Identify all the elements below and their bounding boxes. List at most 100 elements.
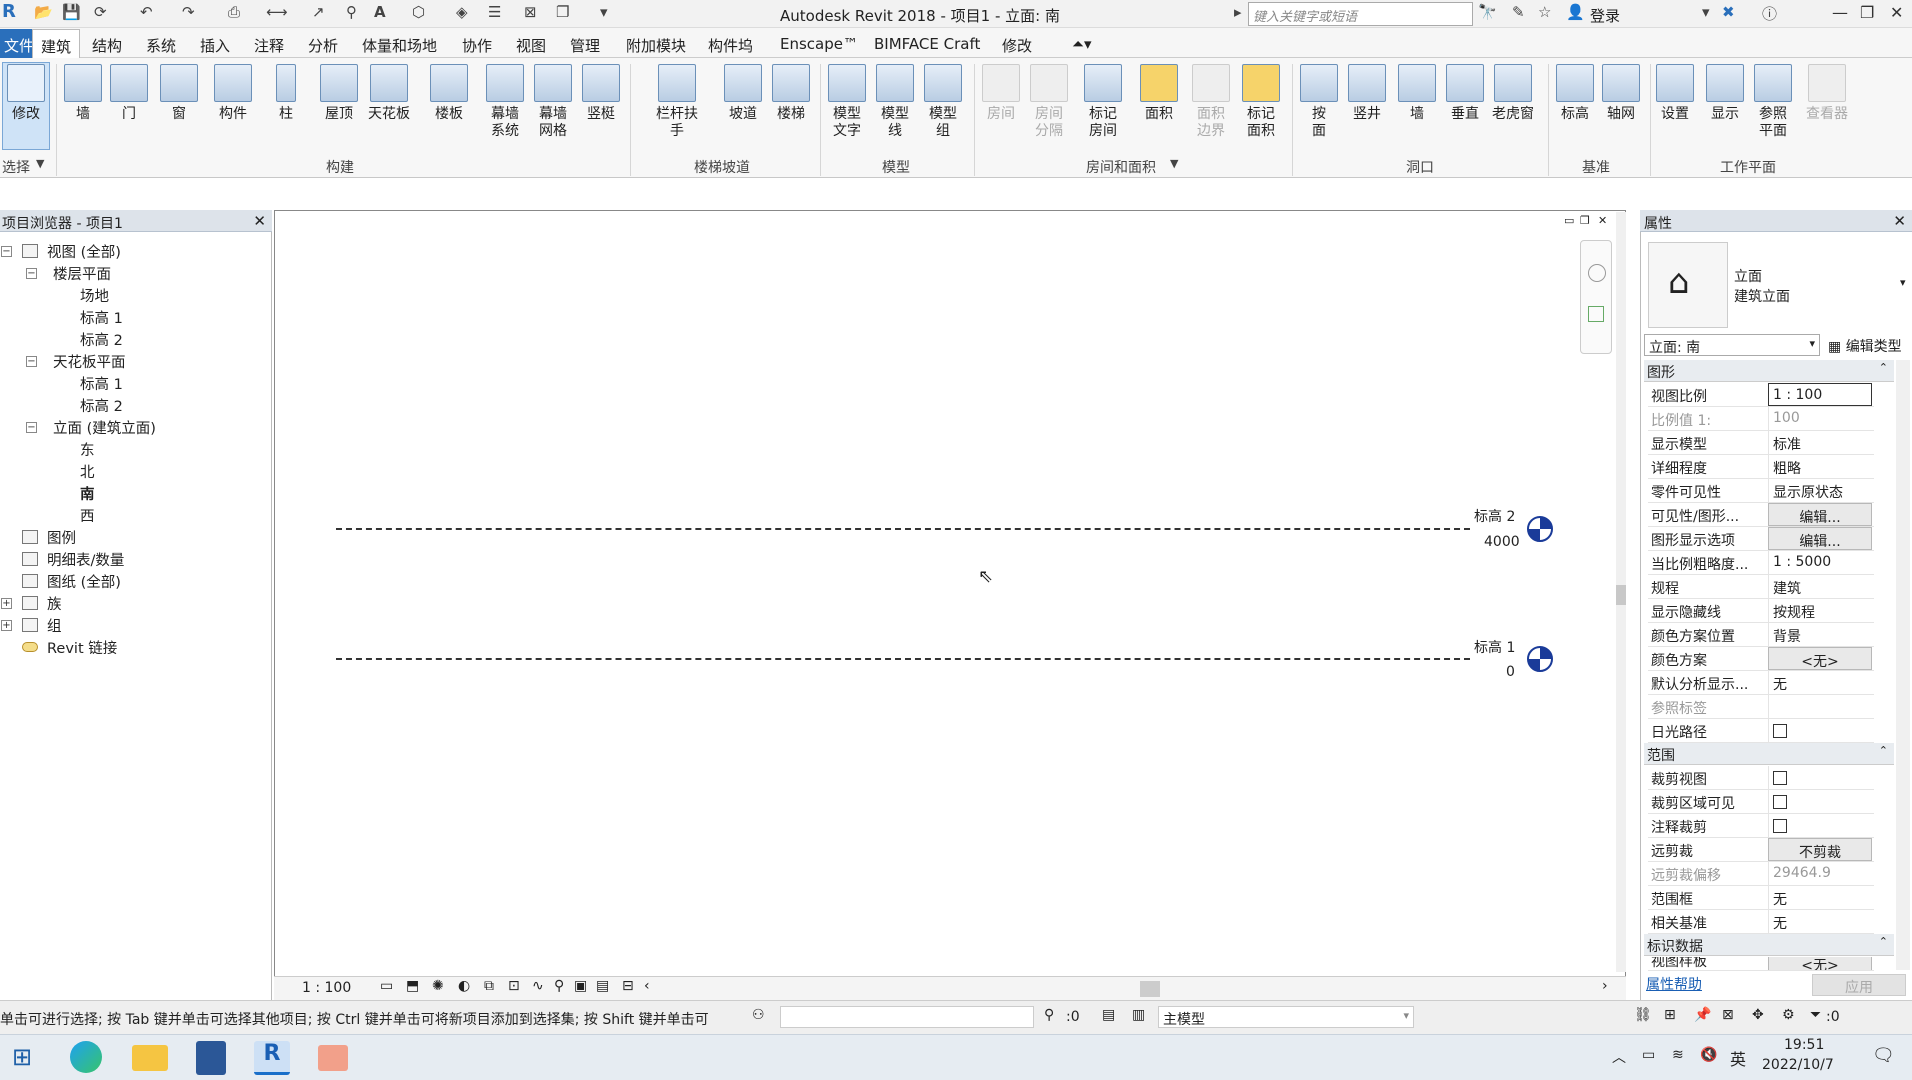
minimize-icon[interactable]: — (1832, 3, 1848, 22)
section-graphics[interactable]: 图形 ⌃ (1644, 360, 1894, 382)
grid-button[interactable]: 轴网 (1598, 64, 1644, 123)
area-button[interactable]: 面积 (1136, 64, 1182, 123)
tab-annotate[interactable]: 注释 (254, 35, 284, 56)
close-icon[interactable]: ✕ (1893, 212, 1906, 230)
dimension-icon[interactable]: ↗ (312, 3, 325, 21)
design-options-icon[interactable]: ▤ (1102, 1007, 1115, 1023)
view-scale-field[interactable]: 1 : 100 (1768, 383, 1872, 406)
editable-only-icon[interactable]: ⚲ (1044, 1007, 1054, 1023)
text-icon[interactable]: A (374, 3, 386, 21)
select-links-icon[interactable]: ⛓ (1634, 1007, 1652, 1023)
dropdown-arrow-icon[interactable]: ▾ (1702, 3, 1710, 21)
crop-visible-checkbox[interactable] (1773, 795, 1787, 809)
door-button[interactable]: 门 (106, 64, 152, 123)
tag-area-button[interactable]: 标记 面积 (1238, 64, 1284, 140)
print-icon[interactable]: ⎙ (228, 3, 240, 21)
tree-item-ceiling-level-2[interactable]: 标高 2 (80, 395, 123, 416)
tab-analyze[interactable]: 分析 (308, 35, 338, 56)
view-restore-icon[interactable]: ❐ (1580, 214, 1590, 227)
select-by-face-icon[interactable]: ⊠ (1722, 1007, 1734, 1023)
section-extents[interactable]: 范围 ⌃ (1644, 743, 1894, 765)
drawing-canvas[interactable] (274, 210, 1626, 998)
help-icon[interactable]: ⓘ (1762, 3, 1777, 24)
analytical-model-icon[interactable]: ▣ (574, 978, 587, 994)
room-button[interactable]: 房间 (978, 64, 1024, 123)
design-option-icon[interactable]: ▥ (1132, 1007, 1145, 1023)
instance-selector[interactable]: 立面: 南 ▾ (1644, 334, 1820, 356)
viewer-button[interactable]: 查看器 (1800, 64, 1854, 123)
roof-button[interactable]: 屋顶 (316, 64, 362, 123)
worksets-icon[interactable]: ⚇ (752, 1007, 765, 1023)
select-dropdown-arrow-icon[interactable]: ▼ (36, 157, 44, 170)
3d-view-icon[interactable]: ⬡ (412, 3, 425, 21)
show-crop-icon[interactable]: ⊡ (508, 978, 520, 994)
properties-scrollbar[interactable] (1896, 360, 1910, 970)
wall-button[interactable]: 墙 (60, 64, 106, 123)
scroll-right-icon[interactable]: › (1602, 978, 1608, 994)
tree-item-site[interactable]: 场地 (80, 285, 109, 306)
model-line-button[interactable]: 模型线 (872, 64, 918, 140)
reveal-constraints-icon[interactable]: ⊟ (622, 978, 634, 994)
ref-plane-button[interactable]: 参照 平面 (1750, 64, 1796, 140)
shaft-button[interactable]: 竖井 (1344, 64, 1390, 123)
edge-browser-icon[interactable] (70, 1041, 102, 1073)
tree-item-ceiling-level-1[interactable]: 标高 1 (80, 373, 123, 394)
binoculars-icon[interactable]: 🔭 (1478, 3, 1497, 21)
revit-logo-icon[interactable]: R (2, 1, 16, 22)
level-name[interactable]: 标高 1 (1474, 637, 1515, 657)
tree-item-floor-plans[interactable]: 楼层平面 (53, 263, 111, 284)
column-button[interactable]: 柱 (263, 64, 309, 123)
edit-button[interactable]: 编辑... (1768, 527, 1872, 550)
tab-addins[interactable]: 附加模块 (626, 35, 686, 56)
maximize-icon[interactable]: ❐ (1860, 3, 1874, 22)
area-boundary-button[interactable]: 面积 边界 (1188, 64, 1234, 140)
tree-item-floor-level-2[interactable]: 标高 2 (80, 329, 123, 350)
steering-wheel-icon[interactable] (1588, 264, 1606, 282)
tab-structure[interactable]: 结构 (92, 35, 122, 56)
favorites-star-icon[interactable]: ☆ (1538, 3, 1551, 21)
tab-modify[interactable]: 修改 (1002, 35, 1032, 56)
revit-taskbar-icon[interactable]: R (254, 1041, 290, 1075)
tree-item-north[interactable]: 北 (80, 461, 95, 482)
vertical-scroll-thumb[interactable] (1616, 585, 1626, 605)
visual-style-icon[interactable]: ⬒ (406, 978, 419, 994)
collapse-toggle-icon[interactable]: − (26, 422, 37, 433)
filter-icon[interactable]: ⏷ (1810, 1007, 1821, 1023)
clock-time[interactable]: 19:51 (1784, 1037, 1824, 1053)
level-head-icon[interactable] (1527, 516, 1553, 542)
tab-systems[interactable]: 系统 (146, 35, 176, 56)
type-selector-arrow-icon[interactable]: ▾ (1900, 276, 1906, 289)
collapse-toggle-icon[interactable]: − (1, 246, 12, 257)
measure-icon[interactable]: ⟷ (266, 3, 288, 21)
tab-bimface[interactable]: BIMFACE Craft (874, 35, 980, 53)
subscription-icon[interactable]: ✎ (1512, 3, 1525, 21)
arrow-right-icon[interactable]: ▸ (1234, 3, 1242, 21)
clock-date[interactable]: 2022/10/7 (1762, 1057, 1834, 1073)
design-option-dropdown[interactable]: 主模型 ▾ (1158, 1006, 1414, 1028)
level-name[interactable]: 标高 2 (1474, 506, 1515, 526)
room-separator-button[interactable]: 房间 分隔 (1026, 64, 1072, 140)
tree-item-groups[interactable]: 组 (47, 615, 62, 636)
navigation-bar[interactable] (1580, 240, 1612, 354)
ceiling-button[interactable]: 天花板 (366, 64, 412, 123)
tag-icon[interactable]: ⚲ (346, 3, 357, 21)
tab-collaborate[interactable]: 协作 (462, 35, 492, 56)
close-icon[interactable]: ✕ (253, 212, 266, 230)
highlight-displacement-icon[interactable]: ▤ (596, 978, 609, 994)
expand-toggle-icon[interactable]: + (1, 620, 12, 631)
model-text-button[interactable]: 模型 文字 (824, 64, 870, 140)
horizontal-scroll-thumb[interactable] (1140, 981, 1160, 997)
component-button[interactable]: 构件 (210, 64, 256, 123)
notification-icon[interactable]: 🗨 (1872, 1045, 1895, 1066)
stair-button[interactable]: 楼梯 (768, 64, 814, 123)
reveal-hidden-icon[interactable]: ⚲ (554, 978, 564, 994)
windows-start-icon[interactable]: ⊞ (12, 1043, 32, 1071)
close-icon[interactable]: ✕ (1890, 3, 1903, 22)
tree-item-revit-links[interactable]: Revit 链接 (47, 637, 117, 658)
word-icon[interactable] (196, 1041, 226, 1075)
window-button[interactable]: 窗 (156, 64, 202, 123)
tab-manage[interactable]: 管理 (570, 35, 600, 56)
sync-icon[interactable]: ⟳ (94, 3, 107, 21)
tree-item-elevations[interactable]: 立面 (建筑立面) (53, 417, 156, 438)
undo-icon[interactable]: ↶ (140, 3, 153, 21)
